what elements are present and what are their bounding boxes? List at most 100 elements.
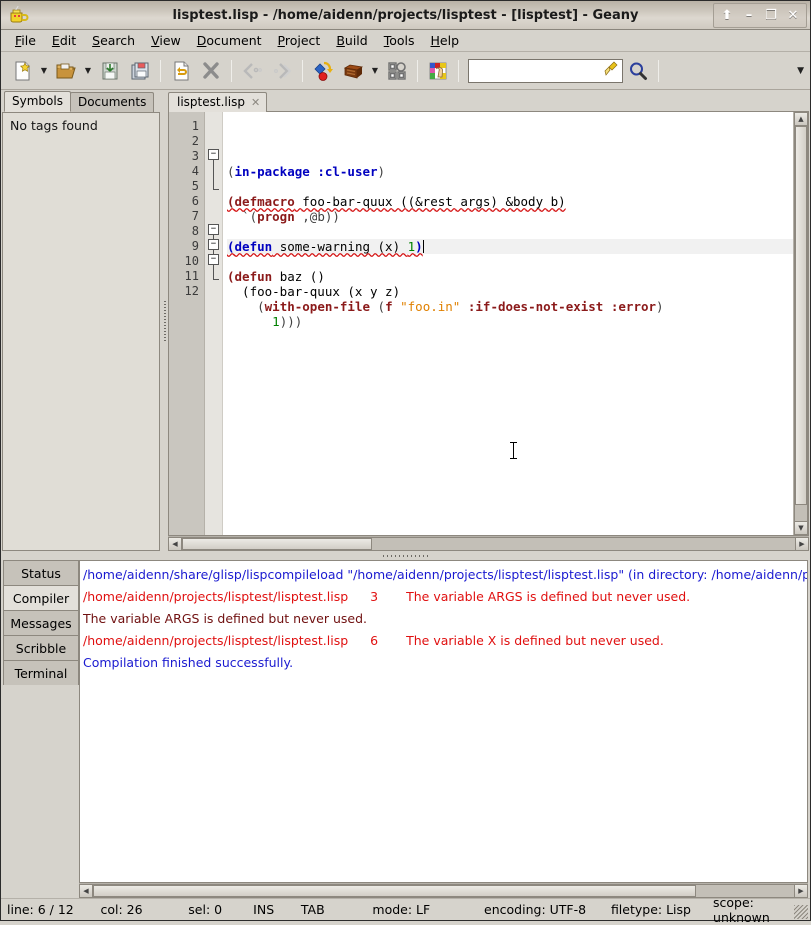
fold-marker-line3[interactable]: − <box>208 149 219 160</box>
code-text-area[interactable]: (in-package :cl-user) (defmacro foo-bar-q… <box>223 112 793 535</box>
vertical-splitter[interactable] <box>162 90 168 551</box>
line-number: 7 <box>191 209 199 223</box>
compiler-output-list[interactable]: /home/aidenn/share/glisp/lispcompileload… <box>79 560 808 883</box>
scroll-left-arrow-icon[interactable]: ◀ <box>168 537 182 551</box>
build-dropdown-icon[interactable]: ▼ <box>368 56 382 86</box>
scroll-thumb[interactable] <box>795 126 807 506</box>
status-eol-mode: mode: LF <box>372 902 431 917</box>
code-line[interactable] <box>227 329 793 344</box>
code-line[interactable]: (defmacro foo-bar-quux ((&rest args) &bo… <box>227 194 793 209</box>
editor-vertical-scrollbar[interactable]: ▲ ▼ <box>793 112 808 535</box>
scroll-track[interactable] <box>182 537 795 551</box>
scroll-track[interactable] <box>93 884 794 898</box>
code-line-text: (defmacro foo-bar-quux ((&rest args) &bo… <box>227 194 566 209</box>
broom-clear-icon[interactable] <box>602 60 620 81</box>
fold-marker-line10[interactable]: − <box>208 254 219 265</box>
scroll-down-arrow-icon[interactable]: ▼ <box>794 521 808 535</box>
code-line[interactable]: (foo-bar-quux (x y z) <box>227 284 793 299</box>
save-all-button[interactable] <box>125 56 155 86</box>
menu-file[interactable]: File <box>7 31 44 50</box>
compiler-message-row[interactable]: The variable ARGS is defined but never u… <box>83 607 807 629</box>
scroll-up-arrow-icon[interactable]: ▲ <box>794 112 808 126</box>
magnifier-search-icon[interactable] <box>623 56 653 86</box>
compiler-message-row[interactable]: /home/aidenn/projects/lisptest/lisptest.… <box>83 629 807 651</box>
menu-project[interactable]: Project <box>270 31 329 50</box>
close-button[interactable]: ✕ <box>782 5 804 26</box>
compiler-message-row[interactable]: Compilation finished successfully. <box>83 651 807 673</box>
menu-document[interactable]: Document <box>189 31 270 50</box>
code-line[interactable] <box>227 254 793 269</box>
editor-horizontal-scrollbar[interactable]: ◀ ▶ <box>168 536 809 551</box>
message-horizontal-scrollbar[interactable]: ◀ ▶ <box>79 883 808 898</box>
toolbar-separator <box>417 59 418 82</box>
compiler-message-cell: The variable ARGS is defined but never u… <box>83 610 368 626</box>
code-line[interactable]: 1))) <box>227 314 793 329</box>
window-title: lisptest.lisp - /home/aidenn/projects/li… <box>172 7 639 23</box>
scroll-thumb[interactable] <box>182 538 373 550</box>
compiler-message-row[interactable]: /home/aidenn/projects/lisptest/lisptest.… <box>83 585 807 607</box>
fold-marker-line9[interactable]: − <box>208 239 219 250</box>
toolbar-search-box[interactable] <box>468 58 623 83</box>
code-line-text: (with-open-file (f "foo.in" :if-does-not… <box>227 299 664 314</box>
status-bar: line: 6 / 12 col: 26 sel: 0 INS TAB mode… <box>1 895 810 925</box>
status-line: line: 6 / 12 <box>7 902 74 917</box>
menu-view[interactable]: View <box>143 31 189 50</box>
compiler-message-row[interactable]: /home/aidenn/share/glisp/lispcompileload… <box>83 563 807 585</box>
message-tab-messages[interactable]: Messages <box>3 610 79 635</box>
menu-edit[interactable]: Edit <box>44 31 84 50</box>
text-caret <box>422 240 424 253</box>
code-line-text: (defun some-warning (x) 1) <box>227 239 423 254</box>
resize-grip-icon[interactable] <box>794 905 808 919</box>
menu-help[interactable]: Help <box>423 31 468 50</box>
close-tab-icon[interactable]: ✕ <box>251 96 260 109</box>
code-line[interactable]: `(progn ,@b)) <box>227 209 793 224</box>
scroll-left-arrow-icon[interactable]: ◀ <box>79 884 93 898</box>
scroll-thumb[interactable] <box>93 885 696 897</box>
minimize-button[interactable]: – <box>738 5 760 26</box>
open-file-button[interactable] <box>51 56 81 86</box>
message-tab-terminal[interactable]: Terminal <box>3 660 79 685</box>
editor-tab-lisptest[interactable]: lisptest.lisp ✕ <box>168 92 268 112</box>
code-line[interactable]: (defun some-warning (x) 1) <box>227 239 793 254</box>
color-chooser-button[interactable] <box>423 56 453 86</box>
status-sel: sel: 0 <box>188 902 223 917</box>
menu-search[interactable]: Search <box>84 31 143 50</box>
code-line[interactable] <box>227 179 793 194</box>
sidebar-tab-documents[interactable]: Documents <box>69 92 155 112</box>
fold-marker-line8[interactable]: − <box>208 224 219 235</box>
build-button[interactable] <box>338 56 368 86</box>
new-document-button[interactable] <box>7 56 37 86</box>
sidebar-symbols-panel[interactable]: No tags found <box>2 112 160 551</box>
status-filetype: filetype: Lisp <box>610 902 691 917</box>
code-line[interactable]: (in-package :cl-user) <box>227 164 793 179</box>
sidebar-tab-symbols[interactable]: Symbols <box>4 91 71 112</box>
fold-margin[interactable]: − − − − <box>205 112 223 535</box>
navigate-back-button[interactable] <box>237 56 267 86</box>
message-tab-scribble[interactable]: Scribble <box>3 635 79 660</box>
mouse-text-cursor <box>510 442 517 459</box>
message-tab-status[interactable]: Status <box>3 560 79 585</box>
open-file-dropdown-icon[interactable]: ▼ <box>81 56 95 86</box>
fold-end <box>213 279 219 280</box>
new-document-dropdown-icon[interactable]: ▼ <box>37 56 51 86</box>
save-button[interactable] <box>95 56 125 86</box>
scroll-track[interactable] <box>794 126 808 521</box>
status-col: col: 26 <box>100 902 143 917</box>
search-input[interactable] <box>471 60 602 81</box>
reload-button[interactable] <box>166 56 196 86</box>
scroll-right-arrow-icon[interactable]: ▶ <box>795 537 809 551</box>
toolbar-overflow-chevron-down-icon[interactable]: ▼ <box>797 66 804 76</box>
navigate-forward-button[interactable] <box>267 56 297 86</box>
code-line[interactable] <box>227 224 793 239</box>
run-button[interactable] <box>382 56 412 86</box>
message-tab-compiler[interactable]: Compiler <box>3 585 79 610</box>
shade-button[interactable]: ⬆ <box>716 5 738 26</box>
menu-build[interactable]: Build <box>328 31 375 50</box>
horizontal-splitter[interactable] <box>1 551 810 560</box>
compile-button[interactable] <box>308 56 338 86</box>
menu-tools[interactable]: Tools <box>376 31 423 50</box>
code-line[interactable]: (defun baz () <box>227 269 793 284</box>
maximize-button[interactable]: ❐ <box>760 5 782 26</box>
close-document-button[interactable] <box>196 56 226 86</box>
code-line[interactable]: (with-open-file (f "foo.in" :if-does-not… <box>227 299 793 314</box>
